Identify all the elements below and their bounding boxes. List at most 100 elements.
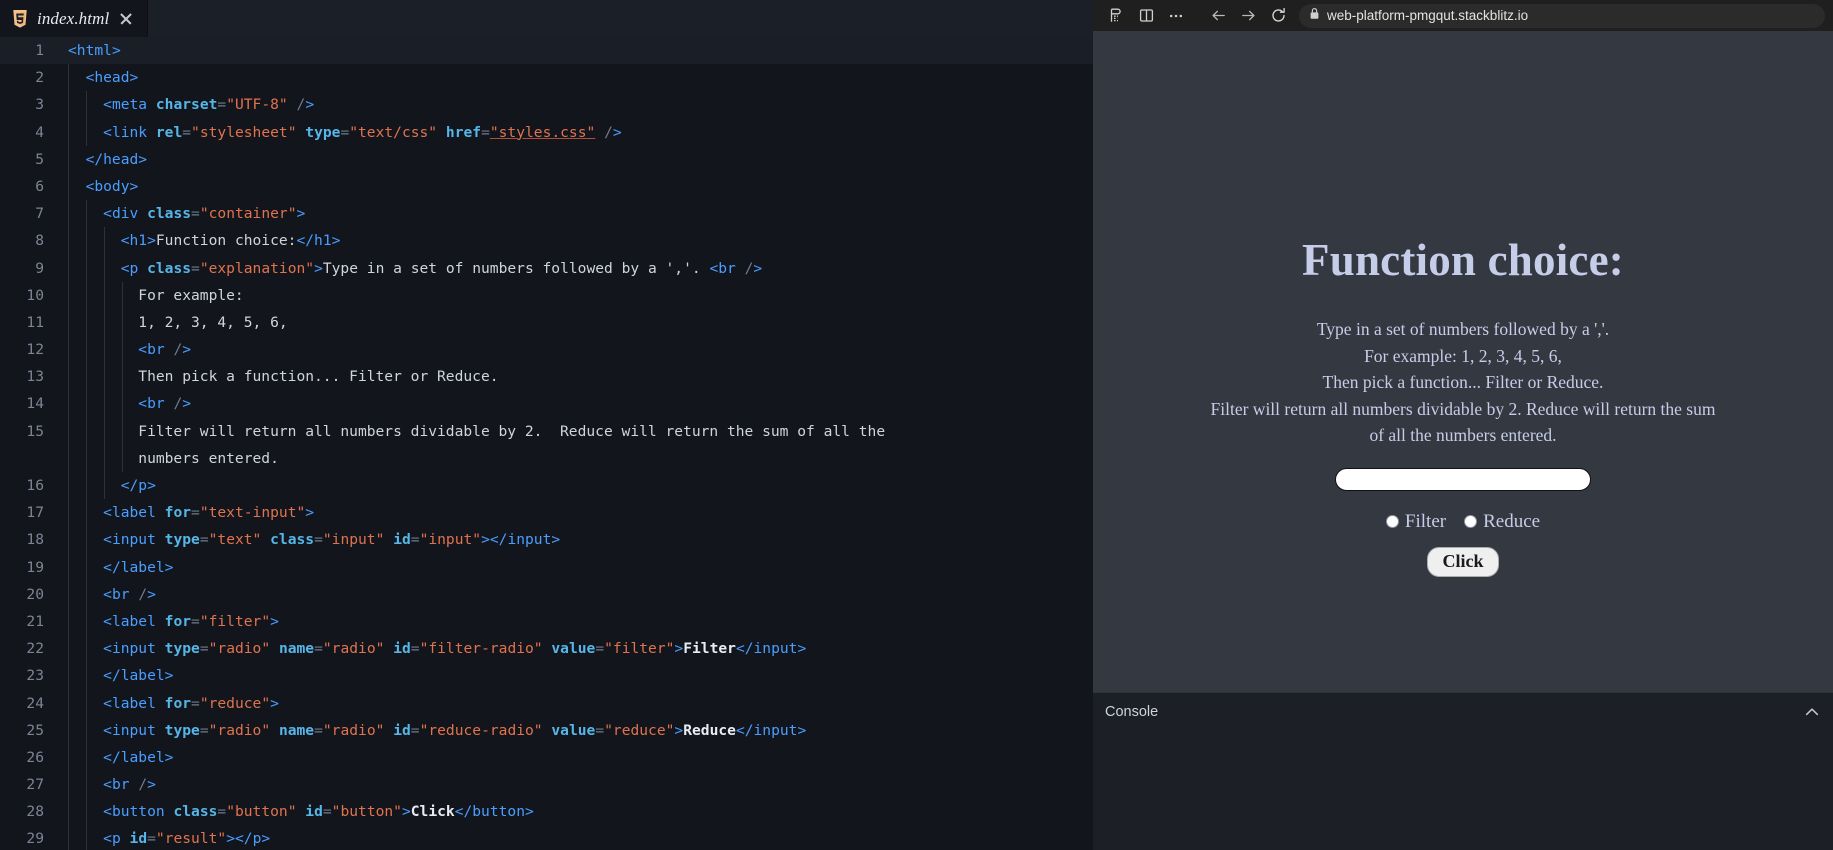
editor-tab-index-html[interactable]: index.html bbox=[0, 0, 149, 37]
more-options-icon[interactable] bbox=[1161, 3, 1191, 29]
numbers-input[interactable] bbox=[1335, 467, 1591, 491]
reload-icon[interactable] bbox=[1263, 3, 1293, 29]
click-button[interactable]: Click bbox=[1427, 546, 1499, 577]
code-line[interactable]: 9 <p class="explanation">Type in a set o… bbox=[0, 254, 1093, 282]
page-container: Function choice: Type in a set of number… bbox=[1093, 31, 1833, 595]
code-line[interactable]: 16 </p> bbox=[0, 472, 1093, 500]
line-content: </label> bbox=[103, 667, 174, 685]
line-number: 26 bbox=[26, 748, 44, 766]
chevron-up-icon[interactable] bbox=[1803, 703, 1821, 721]
radio-option-reduce[interactable]: Reduce bbox=[1464, 511, 1540, 533]
line-number: 9 bbox=[35, 259, 44, 277]
explanation-line-3: Then pick a function... Filter or Reduce… bbox=[1322, 372, 1604, 393]
line-content: </p> bbox=[120, 477, 156, 494]
line-number: 19 bbox=[26, 558, 44, 576]
code-line[interactable]: 22 <input type="radio" name="radio" id="… bbox=[0, 635, 1093, 663]
code-line[interactable]: 18 <input type="text" class="input" id="… bbox=[0, 526, 1093, 554]
line-number: 13 bbox=[26, 368, 44, 386]
line-content: <input type="radio" name="radio" id="red… bbox=[103, 721, 807, 739]
code-line[interactable]: 29 <p id="result"></p> bbox=[0, 825, 1093, 850]
explanation-line-2: For example: 1, 2, 3, 4, 5, 6, bbox=[1364, 345, 1562, 366]
line-number: 23 bbox=[26, 667, 44, 685]
line-number: 15 bbox=[26, 422, 44, 440]
line-content: <br /> bbox=[103, 585, 156, 603]
line-content: </label> bbox=[103, 748, 174, 766]
line-number: 21 bbox=[26, 612, 44, 630]
line-content: 1, 2, 3, 4, 5, 6, bbox=[68, 313, 288, 331]
line-content: <input type="radio" name="radio" id="fil… bbox=[103, 640, 807, 658]
code-line[interactable]: 20 <br /> bbox=[0, 580, 1093, 608]
panel-left-icon[interactable] bbox=[1101, 3, 1131, 29]
code-line[interactable]: 3 <meta charset="UTF-8" /> bbox=[0, 91, 1093, 119]
code-line[interactable]: 25 <input type="radio" name="radio" id="… bbox=[0, 716, 1093, 744]
line-content: Filter will return all numbers dividable… bbox=[68, 422, 886, 440]
line-content: <meta charset="UTF-8" /> bbox=[103, 96, 315, 114]
line-number: 12 bbox=[26, 341, 44, 359]
code-line[interactable]: 19 </label> bbox=[0, 553, 1093, 581]
explanation-line-1: Type in a set of numbers followed by a '… bbox=[1316, 319, 1610, 339]
code-line[interactable]: 6 <body> bbox=[0, 172, 1093, 201]
result-text bbox=[1093, 577, 1833, 595]
forward-arrow-icon[interactable] bbox=[1233, 3, 1263, 29]
code-line[interactable]: 24 <label for="reduce"> bbox=[0, 689, 1093, 717]
code-line[interactable]: 17 <label for="text-input"> bbox=[0, 499, 1093, 527]
code-line[interactable]: 7 <div class="container"> bbox=[0, 200, 1093, 228]
code-line[interactable]: 15 Filter will return all numbers divida… bbox=[0, 417, 1093, 445]
explanation-line-4: Filter will return all numbers dividable… bbox=[1210, 398, 1716, 419]
code-line[interactable]: 14 <br /> bbox=[0, 390, 1093, 418]
code-line[interactable]: numbers entered. bbox=[0, 444, 1093, 472]
line-content: </label> bbox=[103, 558, 174, 576]
browser-toolbar: web-platform-pmgqut.stackblitz.io bbox=[1093, 0, 1833, 31]
code-line[interactable]: 5 </head> bbox=[0, 145, 1093, 173]
code-line[interactable]: 28 <button class="button" id="button">Cl… bbox=[0, 798, 1093, 826]
code-line[interactable]: 8 <h1>Function choice:</h1> bbox=[0, 227, 1093, 255]
line-number: 11 bbox=[26, 313, 44, 331]
code-line[interactable]: 13 Then pick a function... Filter or Red… bbox=[0, 363, 1093, 391]
code-line[interactable]: 10 For example: bbox=[0, 281, 1093, 309]
line-number: 5 bbox=[35, 150, 44, 168]
line-content: <h1>Function choice:</h1> bbox=[120, 232, 341, 250]
line-content: <p class="explanation">Type in a set of … bbox=[120, 259, 763, 277]
code-line[interactable]: 23 </label> bbox=[0, 662, 1093, 690]
code-line[interactable]: 4 <link rel="stylesheet" type="text/css"… bbox=[0, 118, 1093, 146]
line-content: <button class="button" id="button">Click… bbox=[103, 803, 534, 821]
radio-option-filter[interactable]: Filter bbox=[1385, 510, 1447, 533]
code-line[interactable]: 26 </label> bbox=[0, 743, 1093, 772]
code-line[interactable]: 27 <br /> bbox=[0, 771, 1093, 799]
code-line[interactable]: 1 <html> bbox=[0, 37, 1093, 65]
console-header[interactable]: Console bbox=[1093, 693, 1833, 721]
filter-radio-button[interactable] bbox=[1385, 515, 1399, 529]
close-icon[interactable] bbox=[118, 11, 134, 27]
filter-radio-label: Filter bbox=[1404, 510, 1447, 532]
editor-tab-bar: index.html bbox=[0, 0, 1093, 37]
line-content: Then pick a function... Filter or Reduce… bbox=[68, 368, 499, 386]
back-arrow-icon[interactable] bbox=[1203, 3, 1233, 29]
console-panel: Console bbox=[1093, 692, 1833, 850]
reduce-radio-label: Reduce bbox=[1483, 510, 1541, 532]
lock-icon bbox=[1309, 7, 1320, 25]
line-number: 2 bbox=[35, 69, 44, 87]
code-editor-pane: index.html 1 <html> 2 <head> 3 <meta charse… bbox=[0, 0, 1093, 850]
line-content: <html> bbox=[68, 42, 121, 59]
code-line[interactable]: 11 1, 2, 3, 4, 5, 6, bbox=[0, 308, 1093, 337]
code-line[interactable]: 21 <label for="filter"> bbox=[0, 607, 1093, 636]
line-number: 18 bbox=[26, 531, 44, 549]
line-number: 25 bbox=[26, 721, 44, 739]
line-number: 29 bbox=[26, 830, 44, 848]
app-window: index.html 1 <html> 2 <head> 3 <meta charse… bbox=[0, 0, 1833, 850]
line-content: <div class="container"> bbox=[103, 205, 306, 223]
line-content: <head> bbox=[85, 69, 139, 87]
address-bar[interactable]: web-platform-pmgqut.stackblitz.io bbox=[1299, 3, 1825, 28]
code-line[interactable]: 12 <br /> bbox=[0, 336, 1093, 364]
reduce-radio-button[interactable] bbox=[1464, 515, 1478, 529]
line-number: 7 bbox=[35, 205, 44, 223]
input-row bbox=[1093, 467, 1833, 491]
line-content: <p id="result"></p> bbox=[103, 830, 271, 848]
code-content-area[interactable]: 1 <html> 2 <head> 3 <meta charset="UTF-8" /… bbox=[0, 37, 1093, 850]
line-content: <label for="text-input"> bbox=[103, 504, 315, 522]
line-number: 27 bbox=[26, 776, 44, 794]
line-number: 4 bbox=[35, 123, 44, 141]
split-view-icon[interactable] bbox=[1131, 3, 1161, 29]
code-line[interactable]: 2 <head> bbox=[0, 64, 1093, 92]
html5-icon bbox=[12, 9, 28, 28]
